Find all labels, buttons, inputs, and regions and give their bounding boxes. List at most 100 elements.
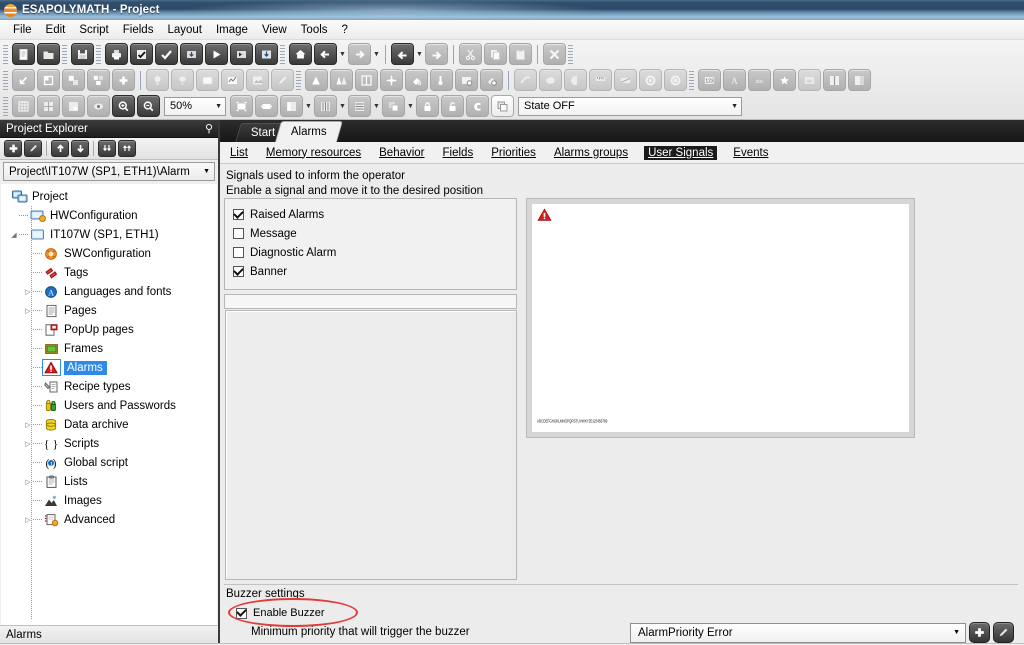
grid-points-icon[interactable] bbox=[62, 95, 85, 117]
checklist-icon[interactable] bbox=[130, 43, 153, 65]
layers-icon[interactable] bbox=[491, 95, 514, 117]
lock-icon[interactable] bbox=[416, 95, 439, 117]
tree-item-swconfiguration[interactable]: SWConfiguration bbox=[1, 244, 217, 263]
nav-link-behavior[interactable]: Behavior bbox=[377, 146, 426, 160]
home-icon[interactable] bbox=[289, 43, 312, 65]
align-panels-icon[interactable] bbox=[355, 69, 378, 91]
signal-row-message[interactable]: Message bbox=[233, 224, 508, 243]
signal-row-banner[interactable]: Banner bbox=[233, 262, 508, 281]
menu-item-edit[interactable]: Edit bbox=[39, 22, 73, 38]
tree-item-popup-pages[interactable]: PopUp pages bbox=[1, 320, 217, 339]
undo-dropdown-arrow-icon[interactable]: ▼ bbox=[415, 43, 424, 65]
align-center-vertical-icon[interactable] bbox=[314, 95, 337, 117]
tag-link-icon[interactable] bbox=[480, 69, 503, 91]
zoom-in-icon[interactable] bbox=[112, 95, 135, 117]
page-extra-icon[interactable] bbox=[848, 69, 871, 91]
tree-expander-collapsed[interactable]: ▷ bbox=[23, 421, 33, 429]
edit-priority-button[interactable] bbox=[993, 622, 1014, 643]
rectangle-shape-icon[interactable] bbox=[37, 69, 60, 91]
tree-item-images[interactable]: Images bbox=[1, 491, 217, 510]
expand-all-button[interactable] bbox=[98, 140, 116, 157]
add-node-button[interactable] bbox=[4, 140, 22, 157]
open-folder-icon[interactable] bbox=[37, 43, 60, 65]
print-icon[interactable] bbox=[105, 43, 128, 65]
toolbar-grip-7[interactable] bbox=[296, 70, 301, 90]
nav-link-alarms-groups[interactable]: Alarms groups bbox=[552, 146, 630, 160]
menu-item-fields[interactable]: Fields bbox=[116, 22, 161, 38]
thermometer-icon[interactable] bbox=[430, 69, 453, 91]
undo-icon[interactable] bbox=[391, 43, 414, 65]
distribute-icon[interactable] bbox=[380, 69, 403, 91]
alarm-priority-combo[interactable]: AlarmPriority Error ▼ bbox=[630, 622, 966, 643]
back-arrow-icon[interactable] bbox=[314, 43, 337, 65]
symbol-star-icon[interactable] bbox=[773, 69, 796, 91]
tree-item-languages-and-fonts[interactable]: ▷ A Languages and fonts bbox=[1, 282, 217, 301]
project-path-combo[interactable]: Project\IT107W (SP1, ETH1)\Alarm ▼ bbox=[3, 162, 215, 181]
tree-expander-collapsed[interactable]: ▷ bbox=[23, 478, 33, 486]
add-priority-button[interactable] bbox=[969, 622, 990, 643]
bring-front-icon[interactable] bbox=[382, 95, 405, 117]
mirror-icon[interactable] bbox=[330, 69, 353, 91]
move-up-button[interactable] bbox=[51, 140, 69, 157]
toolbar-grip-6[interactable] bbox=[3, 70, 8, 90]
shapes-icon[interactable] bbox=[62, 69, 85, 91]
color-fill-icon[interactable] bbox=[405, 69, 428, 91]
tree-expander-collapsed[interactable]: ▷ bbox=[23, 440, 33, 448]
toolbar-grip-3[interactable] bbox=[96, 44, 101, 64]
menu-item-file[interactable]: File bbox=[6, 22, 39, 38]
unlock-icon[interactable] bbox=[441, 95, 464, 117]
nav-link-user-signals[interactable]: User Signals bbox=[644, 145, 718, 160]
toolbar-grip-5[interactable] bbox=[568, 44, 573, 64]
tree-item-pages[interactable]: ▷ Pages bbox=[1, 301, 217, 320]
nav-link-priorities[interactable]: Priorities bbox=[489, 146, 538, 160]
tree-item-it107w[interactable]: ◢ IT107W (SP1, ETH1) bbox=[1, 225, 217, 244]
zoom-out-icon[interactable] bbox=[137, 95, 160, 117]
tree-expander-collapsed[interactable]: ▷ bbox=[23, 307, 33, 315]
distribute-dropdown-arrow-icon[interactable]: ▼ bbox=[372, 95, 381, 117]
edit-node-button[interactable] bbox=[24, 140, 42, 157]
menu-item-layout[interactable]: Layout bbox=[160, 22, 209, 38]
toolbar-grip-8[interactable] bbox=[689, 70, 694, 90]
zoom-level-combo[interactable]: 50% ▼ bbox=[164, 96, 226, 116]
snap-grid-icon[interactable] bbox=[37, 95, 60, 117]
raised-alarms-checkbox[interactable] bbox=[233, 209, 244, 220]
menu-item-view[interactable]: View bbox=[255, 22, 294, 38]
enable-buzzer-checkbox[interactable] bbox=[236, 607, 247, 619]
bring-front-dropdown-arrow-icon[interactable]: ▼ bbox=[406, 95, 415, 117]
toolbar-grip[interactable] bbox=[3, 44, 8, 64]
fit-width-icon[interactable] bbox=[255, 95, 278, 117]
fit-page-icon[interactable] bbox=[230, 95, 253, 117]
field-edit-icon[interactable] bbox=[455, 69, 478, 91]
diagnostic-alarm-checkbox[interactable] bbox=[233, 247, 244, 258]
tree-item-data-archive[interactable]: ▷ Data archive bbox=[1, 415, 217, 434]
toolbar-grip-9[interactable] bbox=[3, 96, 8, 116]
tree-item-hwconfiguration[interactable]: HWConfiguration bbox=[1, 206, 217, 225]
page-split-icon[interactable] bbox=[823, 69, 846, 91]
select-arrow-icon[interactable] bbox=[12, 69, 35, 91]
back-dropdown-arrow-icon[interactable]: ▼ bbox=[338, 43, 347, 65]
transfer-download-icon[interactable] bbox=[255, 43, 278, 65]
menu-item-image[interactable]: Image bbox=[209, 22, 255, 38]
align-center-dropdown-arrow-icon[interactable]: ▼ bbox=[338, 95, 347, 117]
tree-item-global-script[interactable]: ( ) J Global script bbox=[1, 453, 217, 472]
signal-properties-bar[interactable] bbox=[224, 294, 517, 309]
run-simulation-icon[interactable] bbox=[230, 43, 253, 65]
nav-link-events[interactable]: Events bbox=[731, 146, 770, 160]
save-icon[interactable] bbox=[71, 43, 94, 65]
magnet-icon[interactable] bbox=[466, 95, 489, 117]
tree-item-scripts[interactable]: ▷ { } Scripts bbox=[1, 434, 217, 453]
tree-item-alarms[interactable]: Alarms bbox=[1, 358, 217, 377]
nav-link-memory-resources[interactable]: Memory resources bbox=[264, 146, 363, 160]
preview-eye-icon[interactable] bbox=[87, 95, 110, 117]
text-field-icon[interactable]: A bbox=[723, 69, 746, 91]
align-dropdown-arrow-icon[interactable]: ▼ bbox=[304, 95, 313, 117]
download-project-icon[interactable] bbox=[180, 43, 203, 65]
tree-expander-expanded[interactable]: ◢ bbox=[9, 231, 19, 239]
signal-properties-list[interactable] bbox=[225, 310, 517, 580]
new-document-icon[interactable] bbox=[12, 43, 35, 65]
nav-link-list[interactable]: List bbox=[228, 146, 250, 160]
tree-item-advanced[interactable]: ▷ Advanced bbox=[1, 510, 217, 529]
enable-buzzer-row[interactable]: Enable Buzzer bbox=[224, 598, 1018, 627]
group-shapes-icon[interactable] bbox=[87, 69, 110, 91]
collapse-all-button[interactable] bbox=[118, 140, 136, 157]
